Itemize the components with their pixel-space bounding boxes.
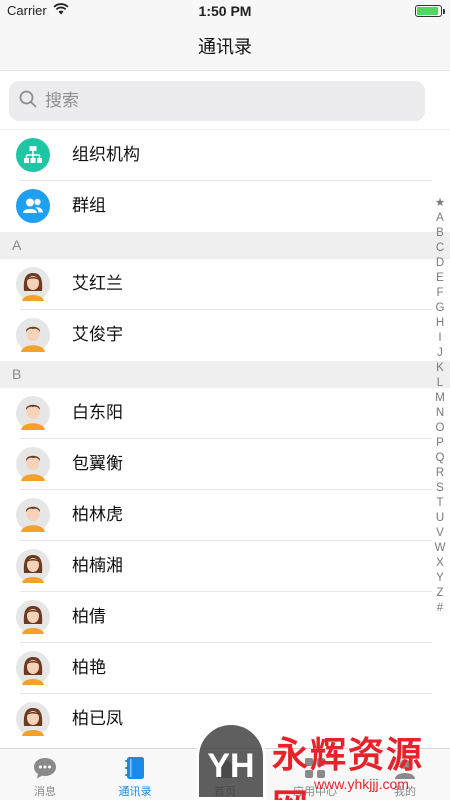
contact-name: 柏艳 [72,658,106,678]
section-header: B [0,361,450,388]
status-time: 1:50 PM [198,3,252,19]
group-people-icon [16,189,50,223]
profile-icon [392,755,418,781]
index-letter[interactable]: U [436,511,444,526]
index-letter[interactable]: C [436,241,444,256]
female-avatar-icon [16,651,50,685]
tab-profile[interactable]: 我的 [360,749,450,800]
search-icon [19,90,37,112]
battery-icon [415,5,445,17]
tab-label-apps: 应用中心 [293,785,337,798]
index-letter[interactable]: A [436,211,444,226]
index-letter[interactable]: V [436,526,444,541]
index-letter[interactable]: R [436,466,444,481]
index-letter[interactable]: N [436,406,444,421]
male-avatar-icon [16,318,50,352]
search-section [0,70,450,130]
group-row-groups[interactable]: 群组 [0,181,450,232]
tab-messages[interactable]: 消息 [0,749,90,800]
apps-icon [302,755,328,781]
contact-row[interactable]: 艾俊宇 [0,310,450,361]
address-book-icon [122,755,148,781]
status-bar: Carrier 1:50 PM [0,0,450,22]
group-row-org[interactable]: 组织机构 [0,130,450,181]
index-letter[interactable]: G [436,301,445,316]
contact-name: 包翼衡 [72,454,123,474]
female-avatar-icon [16,600,50,634]
index-letter[interactable]: W [435,541,446,556]
tab-apps[interactable]: 应用中心 [270,749,360,800]
index-letter[interactable]: P [436,436,444,451]
index-letter[interactable]: S [436,481,444,496]
page-title: 通讯录 [198,37,252,58]
contact-row[interactable]: 柏已凤 [0,694,450,745]
battery-level [417,7,438,15]
tab-contacts[interactable]: 通讯录 [90,749,180,800]
contact-name: 柏楠湘 [72,556,123,576]
index-letter[interactable]: F [436,286,443,301]
index-letter[interactable]: T [436,496,443,511]
index-letter[interactable]: Z [436,586,443,601]
male-avatar-icon [16,498,50,532]
contact-row[interactable]: 柏艳 [0,643,450,694]
group-label-org: 组织机构 [72,145,140,165]
female-avatar-icon [16,702,50,736]
index-letter[interactable]: J [437,346,443,361]
chat-bubble-icon [32,755,58,781]
tab-bar: 消息 通讯录 首页 应用中心 我的 [0,748,450,800]
tab-home[interactable]: 首页 [180,749,270,800]
contact-row[interactable]: 柏林虎 [0,490,450,541]
contact-list: 组织机构 群组 A 艾红兰艾俊宇 B 白东阳包翼衡柏林虎柏楠湘柏倩柏艳柏已凤 [0,130,450,745]
contact-row[interactable]: 柏倩 [0,592,450,643]
male-avatar-icon [16,447,50,481]
index-letter[interactable]: # [437,601,443,616]
index-letter[interactable]: ★ [435,196,445,211]
index-letter[interactable]: D [436,256,444,271]
battery-tip [443,9,445,14]
search-input[interactable] [45,91,405,111]
index-letter[interactable]: H [436,316,444,331]
search-box[interactable] [9,81,425,121]
contact-row[interactable]: 白东阳 [0,388,450,439]
index-letter[interactable]: B [436,226,444,241]
female-avatar-icon [16,549,50,583]
contact-name: 艾红兰 [72,274,123,294]
section-header: A [0,232,450,259]
index-letter[interactable]: K [436,361,444,376]
alphabet-index[interactable]: ★ A B C D E F G H I J K L M N O P Q R S T U V W X Y Z # [433,196,447,616]
index-letter[interactable]: O [436,421,445,436]
index-letter[interactable]: X [436,556,444,571]
index-letter[interactable]: E [436,271,444,286]
index-letter[interactable]: Y [436,571,444,586]
contact-row[interactable]: 艾红兰 [0,259,450,310]
contact-name: 艾俊宇 [72,325,123,345]
contact-name: 柏已凤 [72,709,123,729]
contact-row[interactable]: 柏楠湘 [0,541,450,592]
female-avatar-icon [16,267,50,301]
home-icon [212,755,238,781]
index-letter[interactable]: L [437,376,443,391]
male-avatar-icon [16,396,50,430]
contact-name: 白东阳 [72,403,123,423]
group-label-groups: 群组 [72,196,106,216]
navigation-bar: 通讯录 [0,22,450,70]
tab-label-contacts: 通讯录 [118,785,152,798]
org-chart-icon [16,138,50,172]
tab-label-profile: 我的 [394,785,416,798]
tab-label-messages: 消息 [34,785,56,798]
contact-name: 柏倩 [72,607,106,627]
contact-row[interactable]: 包翼衡 [0,439,450,490]
tab-label-home: 首页 [214,785,236,798]
index-letter[interactable]: Q [436,451,445,466]
index-letter[interactable]: M [435,391,445,406]
contact-name: 柏林虎 [72,505,123,525]
index-letter[interactable]: I [438,331,441,346]
